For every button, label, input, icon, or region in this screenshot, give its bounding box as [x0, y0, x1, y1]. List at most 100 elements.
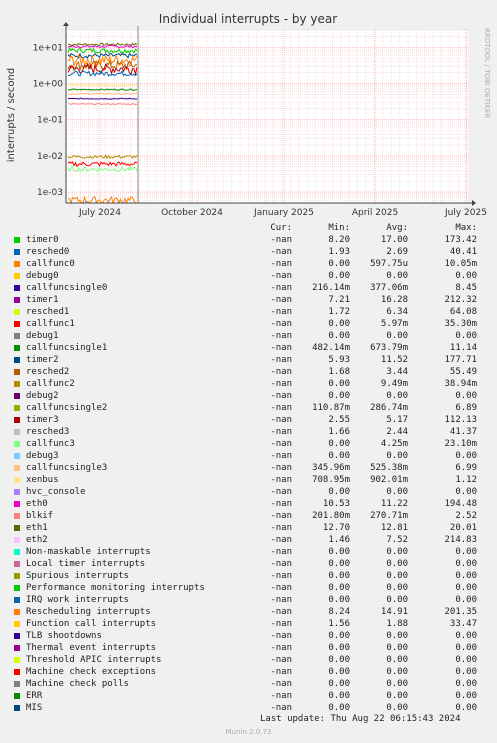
series-name: Rescheduling interrupts	[26, 607, 151, 617]
legend-swatch	[14, 453, 20, 459]
legend-row: callfuncsingle3 -nan 345.96m 525.38m 6.99	[0, 462, 497, 474]
legend-row: timer0 -nan 8.20 17.00 173.42	[0, 234, 497, 246]
avg-value: 12.81	[380, 523, 408, 533]
max-value: 0.00	[455, 691, 477, 701]
x-tick-label: October 2024	[161, 208, 223, 218]
avg-value: 11.22	[380, 499, 408, 509]
max-value: 0.00	[455, 703, 477, 713]
legend-swatch	[14, 477, 20, 483]
avg-value: 0.00	[386, 583, 408, 593]
max-value: 6.99	[455, 463, 477, 473]
legend-swatch	[14, 549, 20, 555]
avg-value: 673.79m	[370, 343, 408, 353]
legend-swatch	[14, 609, 20, 615]
y-tick-label: 1e+01	[33, 43, 63, 53]
series-name: callfunc3	[26, 439, 75, 449]
series-name: callfuncsingle3	[26, 463, 108, 473]
series-name: eth1	[26, 523, 48, 533]
legend-swatch	[14, 369, 20, 375]
legend-row: callfuncsingle2 -nan 110.87m 286.74m 6.89	[0, 402, 497, 414]
series-name: Local timer interrupts	[26, 559, 146, 569]
series-name: timer3	[26, 415, 59, 425]
series-name: Performance monitoring interrupts	[26, 583, 205, 593]
max-value: 0.00	[455, 595, 477, 605]
legend-swatch	[14, 261, 20, 267]
max-value: 201.35	[444, 607, 477, 617]
legend-row: callfunc1 -nan 0.00 5.97m 35.30m	[0, 318, 497, 330]
legend-swatch	[14, 585, 20, 591]
legend-row: Machine check exceptions -nan 0.00 0.00 0.00	[0, 666, 497, 678]
legend-row: debug3 -nan 0.00 0.00 0.00	[0, 450, 497, 462]
max-value: 0.00	[455, 583, 477, 593]
max-value: 11.14	[449, 343, 477, 353]
avg-value: 6.34	[386, 307, 408, 317]
max-value: 0.00	[455, 667, 477, 677]
max-value: 0.00	[455, 643, 477, 653]
series-name: resched0	[26, 247, 70, 257]
avg-value: 0.00	[386, 559, 408, 569]
legend-row: debug1 -nan 0.00 0.00 0.00	[0, 330, 497, 342]
chart-title: Individual interrupts - by year	[159, 12, 337, 26]
avg-value: 0.00	[386, 571, 408, 581]
max-value: 194.48	[444, 499, 477, 509]
max-value: 0.00	[455, 631, 477, 641]
legend-row: callfunc0 -nan 0.00 597.75u 10.05m	[0, 258, 497, 270]
avg-value: 7.52	[386, 535, 408, 545]
max-value: 6.89	[455, 403, 477, 413]
legend-row: callfunc2 -nan 0.00 9.49m 38.94m	[0, 378, 497, 390]
avg-value: 286.74m	[370, 403, 408, 413]
max-value: 0.00	[455, 331, 477, 341]
legend-swatch	[14, 537, 20, 543]
series-name: callfunc0	[26, 259, 75, 269]
series-name: blkif	[26, 511, 54, 521]
legend-swatch	[14, 441, 20, 447]
legend-swatch	[14, 321, 20, 327]
legend-swatch	[14, 693, 20, 699]
max-value: 10.05m	[444, 259, 477, 269]
avg-value: 377.06m	[370, 283, 408, 293]
avg-value: 525.38m	[370, 463, 408, 473]
legend-row: MIS -nan 0.00 0.00 0.00	[0, 702, 497, 714]
max-value: 8.45	[455, 283, 477, 293]
series-name: timer2	[26, 355, 59, 365]
series-name: timer0	[26, 235, 59, 245]
max-value: 38.94m	[444, 379, 477, 389]
x-tick-label: July 2024	[78, 208, 121, 218]
legend-swatch	[14, 405, 20, 411]
legend-row: Non-maskable interrupts -nan 0.00 0.00 0.00	[0, 546, 497, 558]
legend-swatch	[14, 561, 20, 567]
max-value: 35.30m	[444, 319, 477, 329]
legend-row: Thermal event interrupts -nan 0.00 0.00 0.00	[0, 642, 497, 654]
max-value: 0.00	[455, 487, 477, 497]
avg-value: 0.00	[386, 271, 408, 281]
series-name: MIS	[26, 703, 43, 713]
series-name: resched1	[26, 307, 70, 317]
footer: Munin 2.0.73	[225, 728, 272, 736]
legend-swatch	[14, 597, 20, 603]
legend-swatch	[14, 705, 20, 711]
avg-value: 3.44	[386, 367, 408, 377]
legend-swatch	[14, 393, 20, 399]
y-tick-label: 1e+00	[33, 79, 64, 89]
legend-row: blkif -nan 201.80m 270.71m 2.52	[0, 510, 497, 522]
legend-row: Performance monitoring interrupts -nan 0.0…	[0, 582, 497, 594]
series-name: hvc_console	[26, 487, 86, 497]
legend-swatch	[14, 381, 20, 387]
legend-row: eth0 -nan 10.53 11.22 194.48	[0, 498, 497, 510]
max-value: 0.00	[455, 271, 477, 281]
avg-value: 0.00	[386, 703, 408, 713]
series-name: callfuncsingle1	[26, 343, 108, 353]
series-name: callfunc1	[26, 319, 75, 329]
legend-swatch	[14, 417, 20, 423]
x-tick-label: April 2025	[352, 208, 398, 218]
avg-value: 0.00	[386, 631, 408, 641]
legend-row: xenbus -nan 708.95m 902.01m 1.12	[0, 474, 497, 486]
avg-value: 0.00	[386, 451, 408, 461]
last-update: Last update: Thu Aug 22 06:15:43 2024	[260, 714, 461, 724]
avg-value: 14.91	[380, 607, 408, 617]
series-name: IRQ work interrupts	[26, 595, 129, 605]
max-value: 41.37	[449, 427, 477, 437]
legend-row: timer3 -nan 2.55 5.17 112.13	[0, 414, 497, 426]
max-value: 0.00	[455, 547, 477, 557]
legend-swatch	[14, 501, 20, 507]
